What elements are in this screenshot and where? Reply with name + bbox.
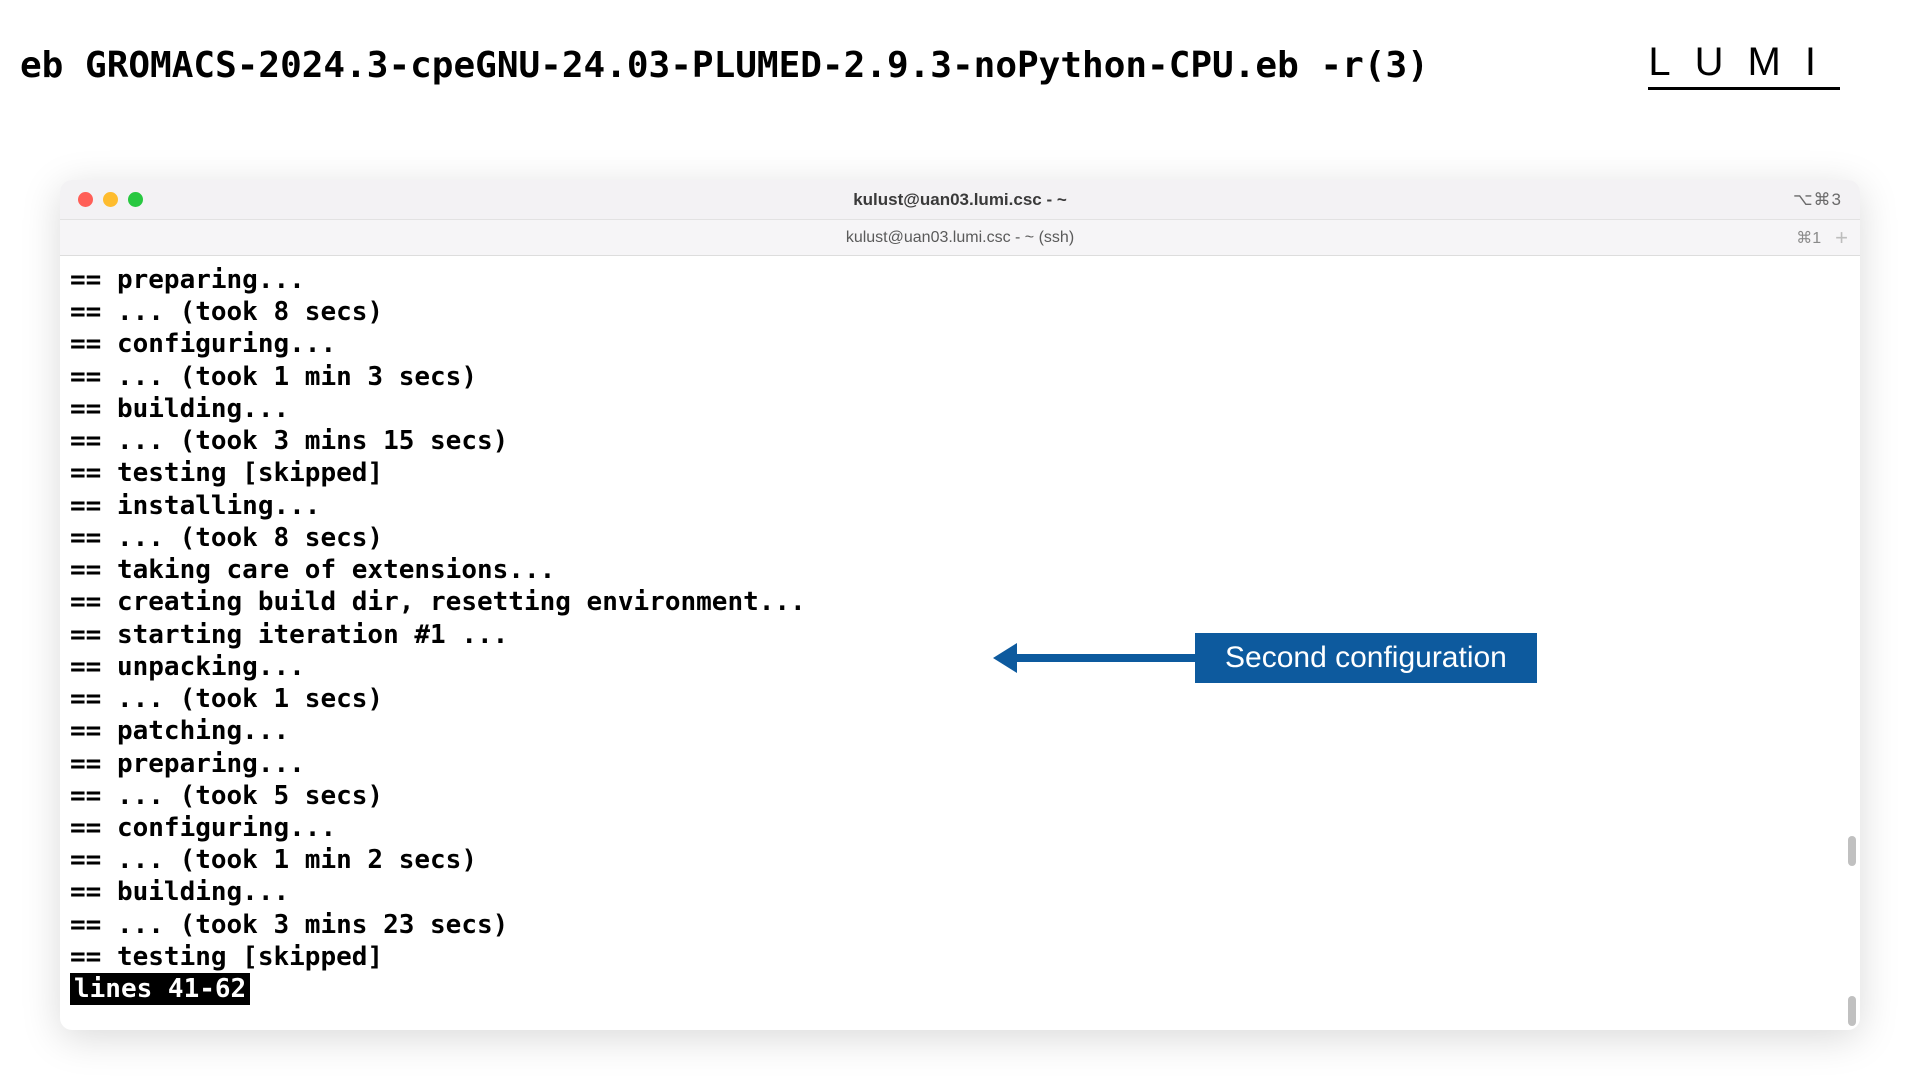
terminal-line: == starting iteration #1 ... [70,620,508,650]
terminal-line: == creating build dir, resetting environ… [70,587,806,617]
terminal-line: == preparing... [70,265,305,295]
terminal-line: == ... (took 1 min 2 secs) [70,845,477,875]
terminal-line: == ... (took 3 mins 23 secs) [70,910,508,940]
terminal-line: == testing [skipped] [70,458,383,488]
arrow-left-icon [1015,654,1195,662]
terminal-line: == unpacking... [70,652,305,682]
scrollbar-thumb[interactable] [1848,996,1856,1026]
terminal-line: == building... [70,394,289,424]
close-icon[interactable] [78,192,93,207]
slide-title: eb GROMACS-2024.3-cpeGNU-24.03-PLUMED-2.… [20,45,1429,86]
terminal-body[interactable]: == preparing... == ... (took 8 secs) == … [60,256,1860,1030]
terminal-line: == patching... [70,716,289,746]
terminal-line: == configuring... [70,329,336,359]
window-title: kulust@uan03.lumi.csc - ~ [853,190,1067,210]
terminal-line: == taking care of extensions... [70,555,555,585]
maximize-icon[interactable] [128,192,143,207]
minimize-icon[interactable] [103,192,118,207]
lumi-logo: LUMI [1648,40,1840,90]
slide-header: eb GROMACS-2024.3-cpeGNU-24.03-PLUMED-2.… [0,0,1920,110]
traffic-lights [78,192,143,207]
terminal-line: == ... (took 8 secs) [70,297,383,327]
terminal-line: == ... (took 5 secs) [70,781,383,811]
scrollbar-thumb[interactable] [1848,836,1856,866]
terminal-line: == testing [skipped] [70,942,383,972]
terminal-line: == ... (took 1 secs) [70,684,383,714]
annotation-label: Second configuration [1195,633,1537,683]
terminal-line: == ... (took 3 mins 15 secs) [70,426,508,456]
terminal-line: == preparing... [70,749,305,779]
titlebar-shortcut: ⌥⌘3 [1793,190,1842,210]
tab-bar: kulust@uan03.lumi.csc - ~ (ssh) ⌘1 + [60,220,1860,256]
pager-status: lines 41-62 [70,973,250,1005]
scrollbar[interactable] [1846,256,1856,1030]
tab-title[interactable]: kulust@uan03.lumi.csc - ~ (ssh) [846,229,1074,247]
terminal-line: == installing... [70,491,320,521]
terminal-line: == ... (took 1 min 3 secs) [70,362,477,392]
tab-shortcut: ⌘1 [1796,228,1821,248]
window-titlebar[interactable]: kulust@uan03.lumi.csc - ~ ⌥⌘3 [60,180,1860,220]
tabbar-right: ⌘1 + [1796,227,1848,249]
terminal-line: == ... (took 8 secs) [70,523,383,553]
add-tab-icon[interactable]: + [1835,227,1848,249]
terminal-window: kulust@uan03.lumi.csc - ~ ⌥⌘3 kulust@uan… [60,180,1860,1030]
terminal-line: == building... [70,877,289,907]
annotation-callout: Second configuration [1015,633,1537,683]
terminal-line: == configuring... [70,813,336,843]
